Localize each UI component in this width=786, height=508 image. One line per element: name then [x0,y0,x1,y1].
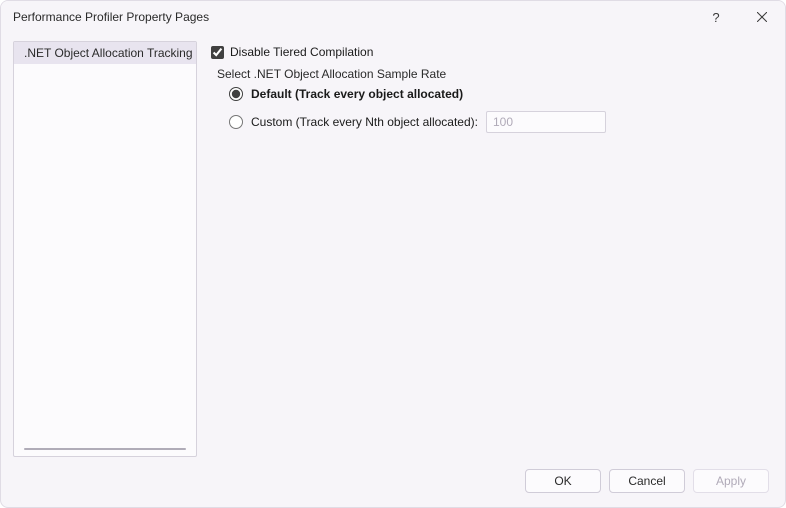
sidebar-item-net-object-allocation[interactable]: .NET Object Allocation Tracking [14,42,196,64]
apply-button[interactable]: Apply [693,469,769,493]
dialog-title: Performance Profiler Property Pages [13,10,693,24]
option-custom-label: Custom (Track every Nth object allocated… [251,115,478,129]
help-icon: ? [712,10,719,25]
content-area: .NET Object Allocation Tracking Disable … [1,33,785,457]
horizontal-scrollbar[interactable] [24,448,186,450]
option-default-radio[interactable] [229,87,243,101]
option-custom-radio[interactable] [229,115,243,129]
settings-panel: Disable Tiered Compilation Select .NET O… [207,41,773,457]
ok-button[interactable]: OK [525,469,601,493]
disable-tiered-label: Disable Tiered Compilation [230,45,373,59]
sample-rate-section-label: Select .NET Object Allocation Sample Rat… [217,67,769,81]
help-button[interactable]: ? [693,1,739,33]
property-pages-dialog: Performance Profiler Property Pages ? .N… [0,0,786,508]
cancel-button[interactable]: Cancel [609,469,685,493]
titlebar: Performance Profiler Property Pages ? [1,1,785,33]
dialog-footer: OK Cancel Apply [1,457,785,507]
close-button[interactable] [739,1,785,33]
option-default-row[interactable]: Default (Track every object allocated) [229,87,769,101]
disable-tiered-row[interactable]: Disable Tiered Compilation [211,45,769,59]
option-custom-row: Custom (Track every Nth object allocated… [229,111,769,133]
option-default-label: Default (Track every object allocated) [251,87,463,101]
category-sidebar: .NET Object Allocation Tracking [13,41,197,457]
sidebar-list: .NET Object Allocation Tracking [14,42,196,456]
disable-tiered-checkbox[interactable] [211,46,224,59]
sidebar-item-label: .NET Object Allocation Tracking [24,46,193,60]
custom-n-input[interactable] [486,111,606,133]
close-icon [757,12,767,22]
